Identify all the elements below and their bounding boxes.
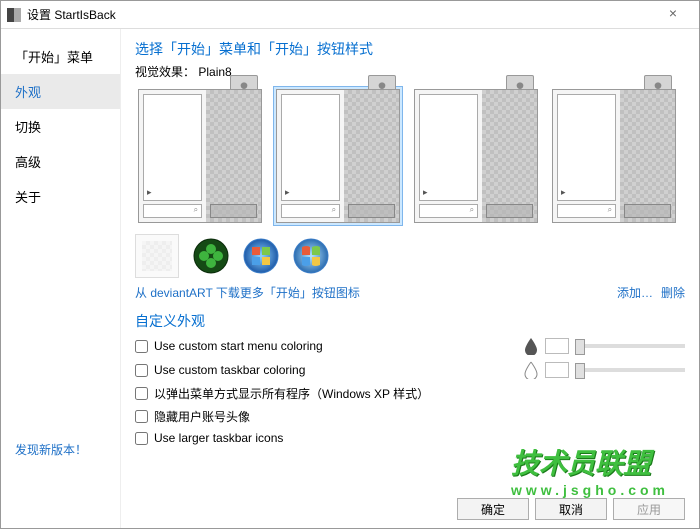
section-title: 选择「开始」菜单和「开始」按钮样式 (135, 39, 685, 59)
checkbox-xp-flyout[interactable] (135, 387, 148, 400)
option-label: Use custom taskbar coloring (154, 363, 305, 377)
sidebar-item-about[interactable]: 关于 (1, 179, 120, 214)
titlebar: 设置 StartIsBack × (1, 1, 699, 29)
sidebar-item-start-menu[interactable]: 「开始」菜单 (1, 39, 120, 74)
orb-row (135, 234, 685, 278)
color-swatch[interactable] (545, 362, 569, 378)
sidebar-item-switching[interactable]: 切换 (1, 109, 120, 144)
add-link[interactable]: 添加… (617, 284, 653, 301)
main-panel: 选择「开始」菜单和「开始」按钮样式 视觉效果： Plain8 ⌕ ⌕ ⌕ ⌕ (121, 29, 699, 528)
option-label: Use larger taskbar icons (154, 431, 283, 445)
option-label: 以弹出菜单方式显示所有程序（Windows XP 样式） (154, 385, 429, 402)
checkbox-larger-icons[interactable] (135, 432, 148, 445)
orb-win7-classic[interactable] (293, 238, 329, 274)
option-larger-icons: Use larger taskbar icons (135, 431, 685, 445)
links-row: 从 deviantART 下载更多「开始」按钮图标 添加… 删除 (135, 284, 685, 301)
option-label: 隐藏用户账号头像 (154, 408, 250, 425)
color-drop-icon[interactable] (523, 361, 539, 379)
close-button[interactable]: × (653, 5, 693, 25)
effect-value: Plain8 (198, 65, 231, 79)
opacity-slider[interactable] (575, 344, 685, 348)
sidebar: 「开始」菜单 外观 切换 高级 关于 发现新版本！ (1, 29, 121, 528)
orb-clover[interactable] (193, 238, 229, 274)
color-swatch[interactable] (545, 338, 569, 354)
option-taskbar-coloring: Use custom taskbar coloring (135, 361, 685, 379)
theme-row: ⌕ ⌕ ⌕ ⌕ (135, 86, 685, 226)
sidebar-item-advanced[interactable]: 高级 (1, 144, 120, 179)
checkbox-start-menu-coloring[interactable] (135, 340, 148, 353)
checkbox-taskbar-coloring[interactable] (135, 364, 148, 377)
theme-preview-2[interactable]: ⌕ (273, 86, 403, 226)
window-title: 设置 StartIsBack (27, 6, 653, 23)
effect-label: 视觉效果： (135, 65, 195, 79)
theme-preview-3[interactable]: ⌕ (411, 86, 541, 226)
effect-row: 视觉效果： Plain8 (135, 63, 685, 80)
custom-title: 自定义外观 (135, 311, 685, 331)
color-drop-icon[interactable] (523, 337, 539, 355)
content-area: 「开始」菜单 外观 切换 高级 关于 发现新版本！ 选择「开始」菜单和「开始」按… (1, 29, 699, 528)
ok-button[interactable]: 确定 (457, 498, 529, 520)
button-bar: 确定 取消 应用 (457, 498, 685, 520)
opacity-slider[interactable] (575, 368, 685, 372)
delete-link[interactable]: 删除 (661, 284, 685, 301)
new-version-link[interactable]: 发现新版本！ (15, 441, 87, 458)
option-hide-avatar: 隐藏用户账号头像 (135, 408, 685, 425)
orb-win7-blue[interactable] (243, 238, 279, 274)
option-start-menu-coloring: Use custom start menu coloring (135, 337, 685, 355)
theme-preview-1[interactable]: ⌕ (135, 86, 265, 226)
apply-button[interactable]: 应用 (613, 498, 685, 520)
app-icon (7, 8, 21, 22)
theme-preview-4[interactable]: ⌕ (549, 86, 679, 226)
download-link[interactable]: 从 deviantART 下载更多「开始」按钮图标 (135, 284, 360, 301)
option-xp-flyout: 以弹出菜单方式显示所有程序（Windows XP 样式） (135, 385, 685, 402)
checkbox-hide-avatar[interactable] (135, 410, 148, 423)
orb-windows-logo[interactable] (135, 234, 179, 278)
option-label: Use custom start menu coloring (154, 339, 323, 353)
sidebar-item-appearance[interactable]: 外观 (1, 74, 120, 109)
cancel-button[interactable]: 取消 (535, 498, 607, 520)
